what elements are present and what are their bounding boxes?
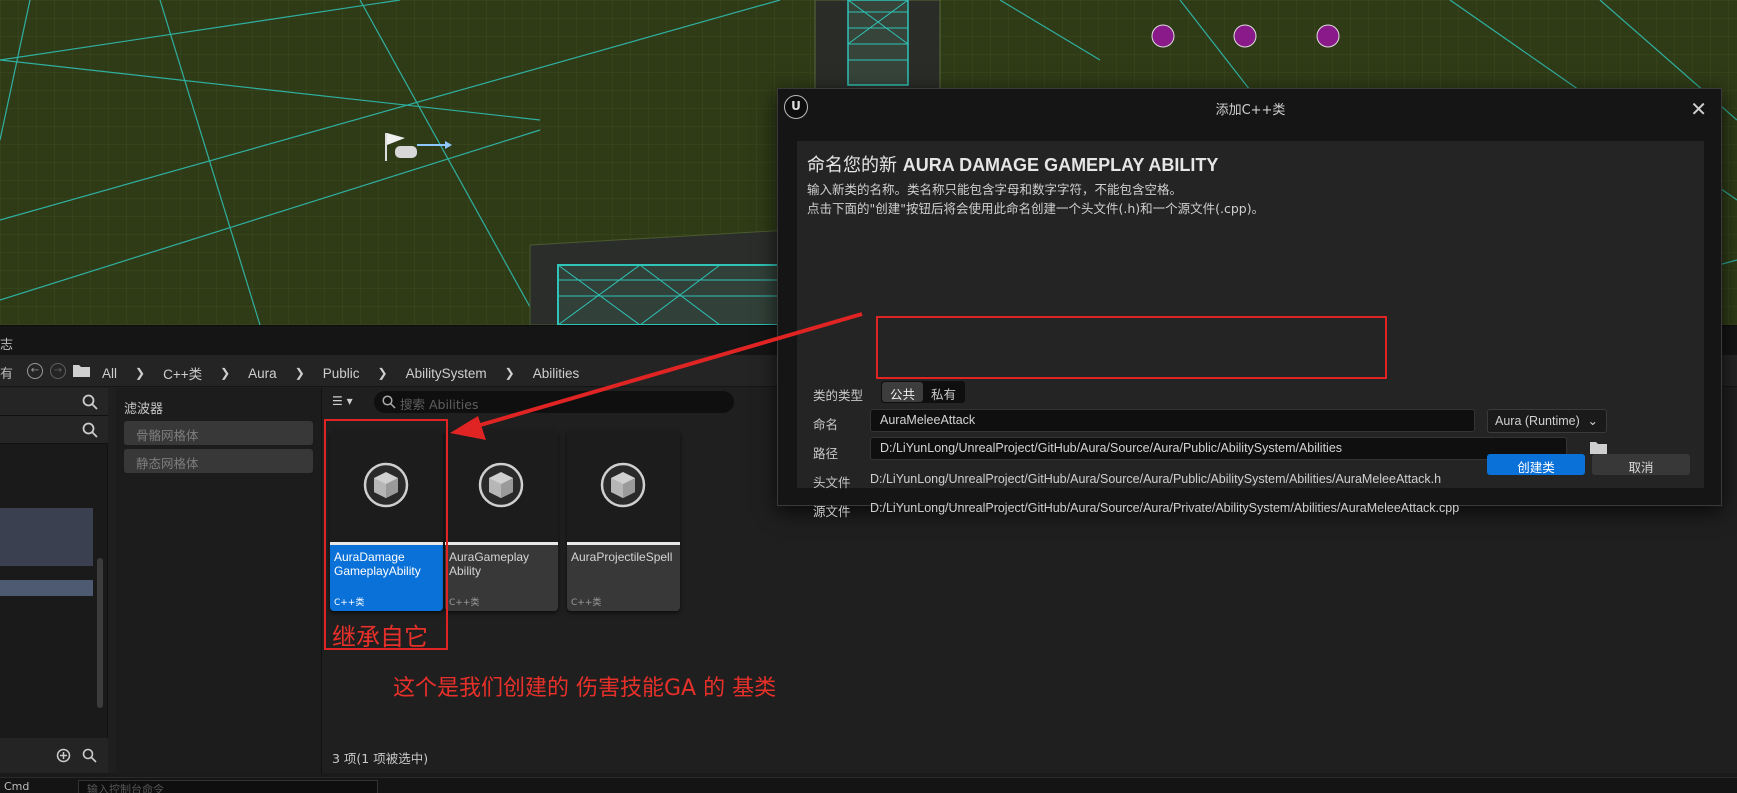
search-icon[interactable]	[82, 748, 97, 763]
breadcrumb-aura[interactable]: Aura	[242, 366, 283, 381]
dialog-title: 添加C++类	[1215, 103, 1286, 118]
search-icon[interactable]	[82, 422, 98, 438]
tree-footer	[0, 738, 108, 773]
chevron-right-icon: ❯	[135, 366, 146, 380]
dialog-heading: 命名您的新 AURA DAMAGE GAMEPLAY ABILITY	[807, 151, 1218, 177]
filter-title: 滤波器	[124, 402, 164, 417]
filter-skeletal-mesh[interactable]: 骨骼网格体	[124, 421, 313, 445]
header-file-path: D:/LiYunLong/UnrealProject/GitHub/Aura/S…	[870, 472, 1442, 486]
chevron-right-icon: ❯	[220, 366, 231, 380]
tree-header[interactable]	[0, 416, 108, 444]
class-name-input[interactable]: AuraMeleeAttack	[870, 409, 1475, 432]
search-icon[interactable]	[82, 394, 98, 410]
source-file-path: D:/LiYunLong/UnrealProject/GitHub/Aura/S…	[870, 501, 1460, 515]
chevron-right-icon: ❯	[504, 366, 515, 380]
nav-fragment: 有	[0, 367, 14, 382]
cpp-class-icon	[600, 462, 646, 508]
breadcrumb-public[interactable]: Public	[317, 366, 366, 381]
filter-dropdown-icon[interactable]: ☰ ▾	[332, 394, 353, 408]
add-cpp-class-dialog: U 添加C++类 ✕ 命名您的新 AURA DAMAGE GAMEPLAY AB…	[777, 88, 1722, 519]
asset-type: C++类	[334, 598, 365, 608]
path-label: 路径	[813, 446, 839, 461]
cpp-class-icon	[478, 462, 524, 508]
add-icon[interactable]	[56, 748, 71, 763]
asset-tile-auragameplay-ability[interactable]: AuraGameplay Ability C++类	[445, 430, 558, 611]
filter-static-mesh[interactable]: 静态网格体	[124, 449, 313, 473]
search-icon	[382, 395, 396, 409]
asset-type-bar	[445, 542, 558, 545]
asset-name: AuraGameplay Ability	[449, 550, 530, 578]
asset-thumbnail	[567, 430, 680, 542]
asset-tile-auraprojectilespell[interactable]: AuraProjectileSpell C++类	[567, 430, 680, 611]
cpp-class-icon	[363, 462, 409, 508]
source-file-label: 源文件	[813, 504, 851, 519]
tree-item-highlight[interactable]	[0, 508, 93, 566]
cancel-button[interactable]: 取消	[1592, 454, 1690, 475]
breadcrumb: All ❯ C++类 ❯ Aura ❯ Public ❯ AbilitySyst…	[96, 363, 585, 383]
browse-folder-icon[interactable]	[1590, 441, 1607, 454]
tree-item-selected[interactable]	[0, 580, 93, 596]
breadcrumb-all[interactable]: All	[96, 366, 123, 381]
back-icon[interactable]: ←	[27, 363, 43, 379]
favorites-header[interactable]	[0, 388, 108, 416]
asset-name: AuraDamage GameplayAbility	[334, 550, 421, 578]
name-label: 命名	[813, 417, 839, 432]
asset-search-input[interactable]: 搜索 Abilities	[374, 391, 734, 413]
tab-public[interactable]: 公共	[882, 382, 924, 402]
filter-panel: 滤波器 骨骼网格体 静态网格体	[116, 388, 322, 773]
breadcrumb-abilitysystem[interactable]: AbilitySystem	[400, 366, 493, 381]
close-icon[interactable]: ✕	[1690, 97, 1707, 121]
dialog-body: 命名您的新 AURA DAMAGE GAMEPLAY ABILITY 输入新类的…	[797, 141, 1704, 519]
module-value: Aura (Runtime)	[1495, 414, 1580, 428]
editor-root: 志 有 ← → All ❯ C++类 ❯ Aura ❯ Public ❯ Abi…	[0, 0, 1737, 793]
header-file-label: 头文件	[813, 475, 851, 490]
tab-private[interactable]: 私有	[923, 382, 964, 402]
breadcrumb-cpp-classes[interactable]: C++类	[157, 363, 208, 383]
module-dropdown[interactable]: Aura (Runtime) ⌄	[1487, 409, 1607, 433]
class-type-tabs: 公共 私有	[881, 381, 966, 403]
console-bar: Cmd 输入控制台命令	[0, 777, 1737, 793]
console-input[interactable]: 输入控制台命令	[78, 780, 378, 793]
create-class-button[interactable]: 创建类	[1487, 454, 1585, 475]
class-path-input[interactable]: D:/LiYunLong/UnrealProject/GitHub/Aura/S…	[870, 437, 1567, 460]
search-placeholder: 搜索 Abilities	[400, 397, 479, 412]
dialog-description-2: 点击下面的"创建"按钮后将会使用此命名创建一个头文件(.h)和一个源文件(.cp…	[807, 201, 1265, 216]
asset-type: C++类	[571, 598, 602, 608]
asset-count-status: 3 项(1 项被选中)	[332, 751, 429, 766]
chevron-right-icon: ❯	[377, 366, 388, 380]
tree-scrollbar[interactable]	[97, 558, 103, 708]
cmd-dropdown[interactable]: Cmd	[4, 780, 29, 793]
chevron-down-icon: ⌄	[1587, 414, 1598, 428]
asset-type: C++类	[449, 598, 480, 608]
asset-thumbnail	[330, 430, 443, 542]
dialog-description-1: 输入新类的名称。类名称只能包含字母和数字字符，不能包含空格。	[807, 182, 1183, 197]
asset-name: AuraProjectileSpell	[571, 550, 673, 564]
asset-type-bar	[567, 542, 680, 545]
folder-tree-panel	[0, 388, 108, 773]
class-type-label: 类的类型	[813, 388, 864, 403]
breadcrumb-abilities[interactable]: Abilities	[527, 366, 586, 381]
forward-icon[interactable]: →	[50, 363, 66, 379]
asset-thumbnail	[445, 430, 558, 542]
heading-prefix: 命名您的新	[807, 155, 897, 176]
chevron-right-icon: ❯	[294, 366, 305, 380]
asset-tile-auradamage-gameplayability[interactable]: AuraDamage GameplayAbility C++类	[330, 430, 443, 611]
asset-type-bar	[330, 542, 443, 545]
output-log-title: 志	[0, 338, 14, 353]
folder-icon[interactable]	[73, 363, 90, 377]
heading-class-name: AURA DAMAGE GAMEPLAY ABILITY	[902, 155, 1219, 175]
